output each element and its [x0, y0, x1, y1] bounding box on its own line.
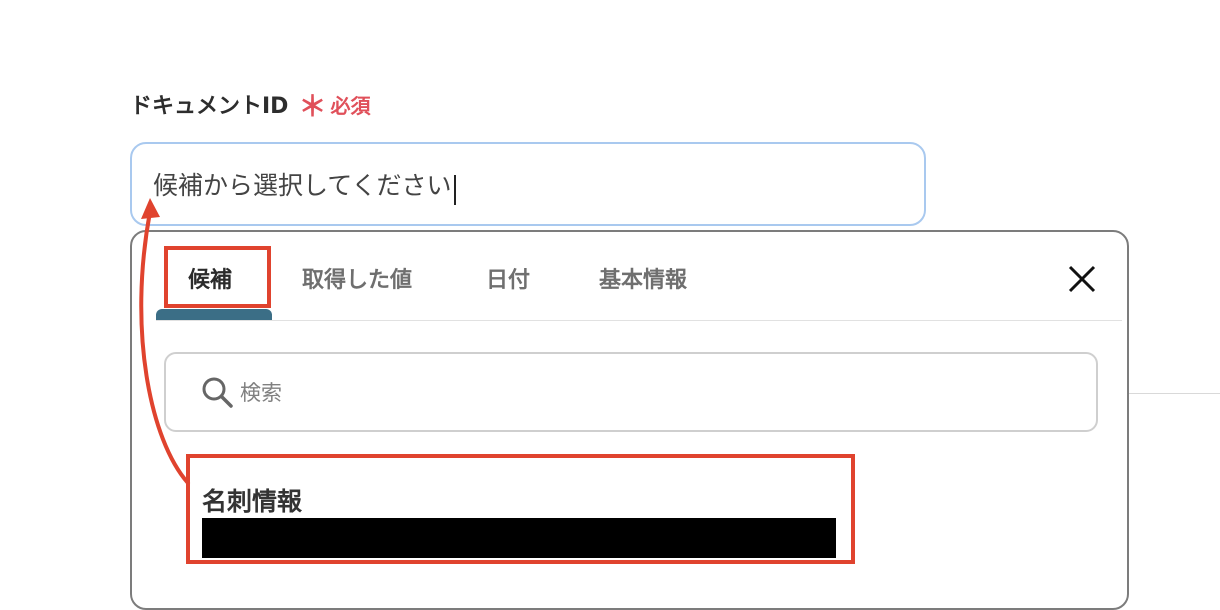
- background-divider: [1128, 393, 1220, 394]
- list-item[interactable]: 名刺情報: [202, 482, 836, 558]
- tab-acquired-values[interactable]: 取得した値: [302, 262, 412, 294]
- tabs-divider: [156, 320, 1122, 321]
- text-caret: [453, 175, 456, 205]
- document-id-input[interactable]: 候補から選択してください: [130, 142, 926, 226]
- document-id-label: ドキュメントID ＊ 必須: [130, 88, 371, 123]
- tab-candidates[interactable]: 候補: [188, 262, 232, 294]
- document-id-input-placeholder: 候補から選択してください: [153, 171, 452, 200]
- value-picker-popover: 候補 取得した値 日付 基本情報 検索 名刺情報: [130, 230, 1129, 610]
- field-label-text: ドキュメントID: [130, 94, 289, 119]
- close-icon: [1068, 265, 1096, 293]
- search-placeholder: 検索: [240, 381, 282, 405]
- tab-basic-info[interactable]: 基本情報: [599, 262, 687, 294]
- search-icon: [202, 377, 233, 408]
- search-input[interactable]: 検索: [164, 352, 1098, 432]
- close-button[interactable]: [1065, 262, 1099, 296]
- required-badge: 必須: [330, 93, 371, 118]
- candidate-title: 名刺情報: [202, 487, 303, 516]
- required-asterisk-icon: ＊: [298, 90, 327, 123]
- tab-date[interactable]: 日付: [486, 262, 530, 294]
- redacted-subtitle: [202, 518, 836, 558]
